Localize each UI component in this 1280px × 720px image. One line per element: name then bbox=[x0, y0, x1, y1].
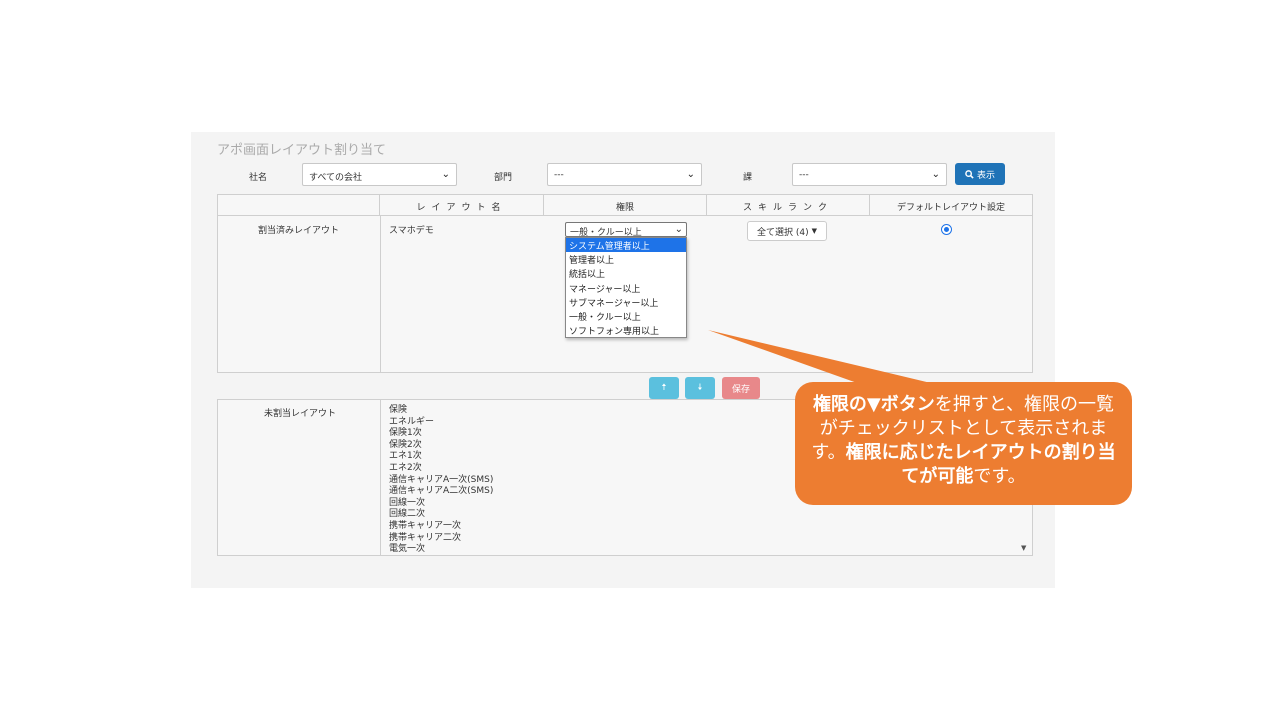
callout-text-2: です。 bbox=[973, 466, 1026, 487]
callout-pointer bbox=[708, 330, 935, 384]
callout-bold-1: 権限の▼ボタン bbox=[812, 394, 935, 415]
annotation-callout: 権限の▼ボタンを押すと、権限の一覧がチェックリストとして表示されます。権限に応じ… bbox=[795, 382, 1132, 505]
